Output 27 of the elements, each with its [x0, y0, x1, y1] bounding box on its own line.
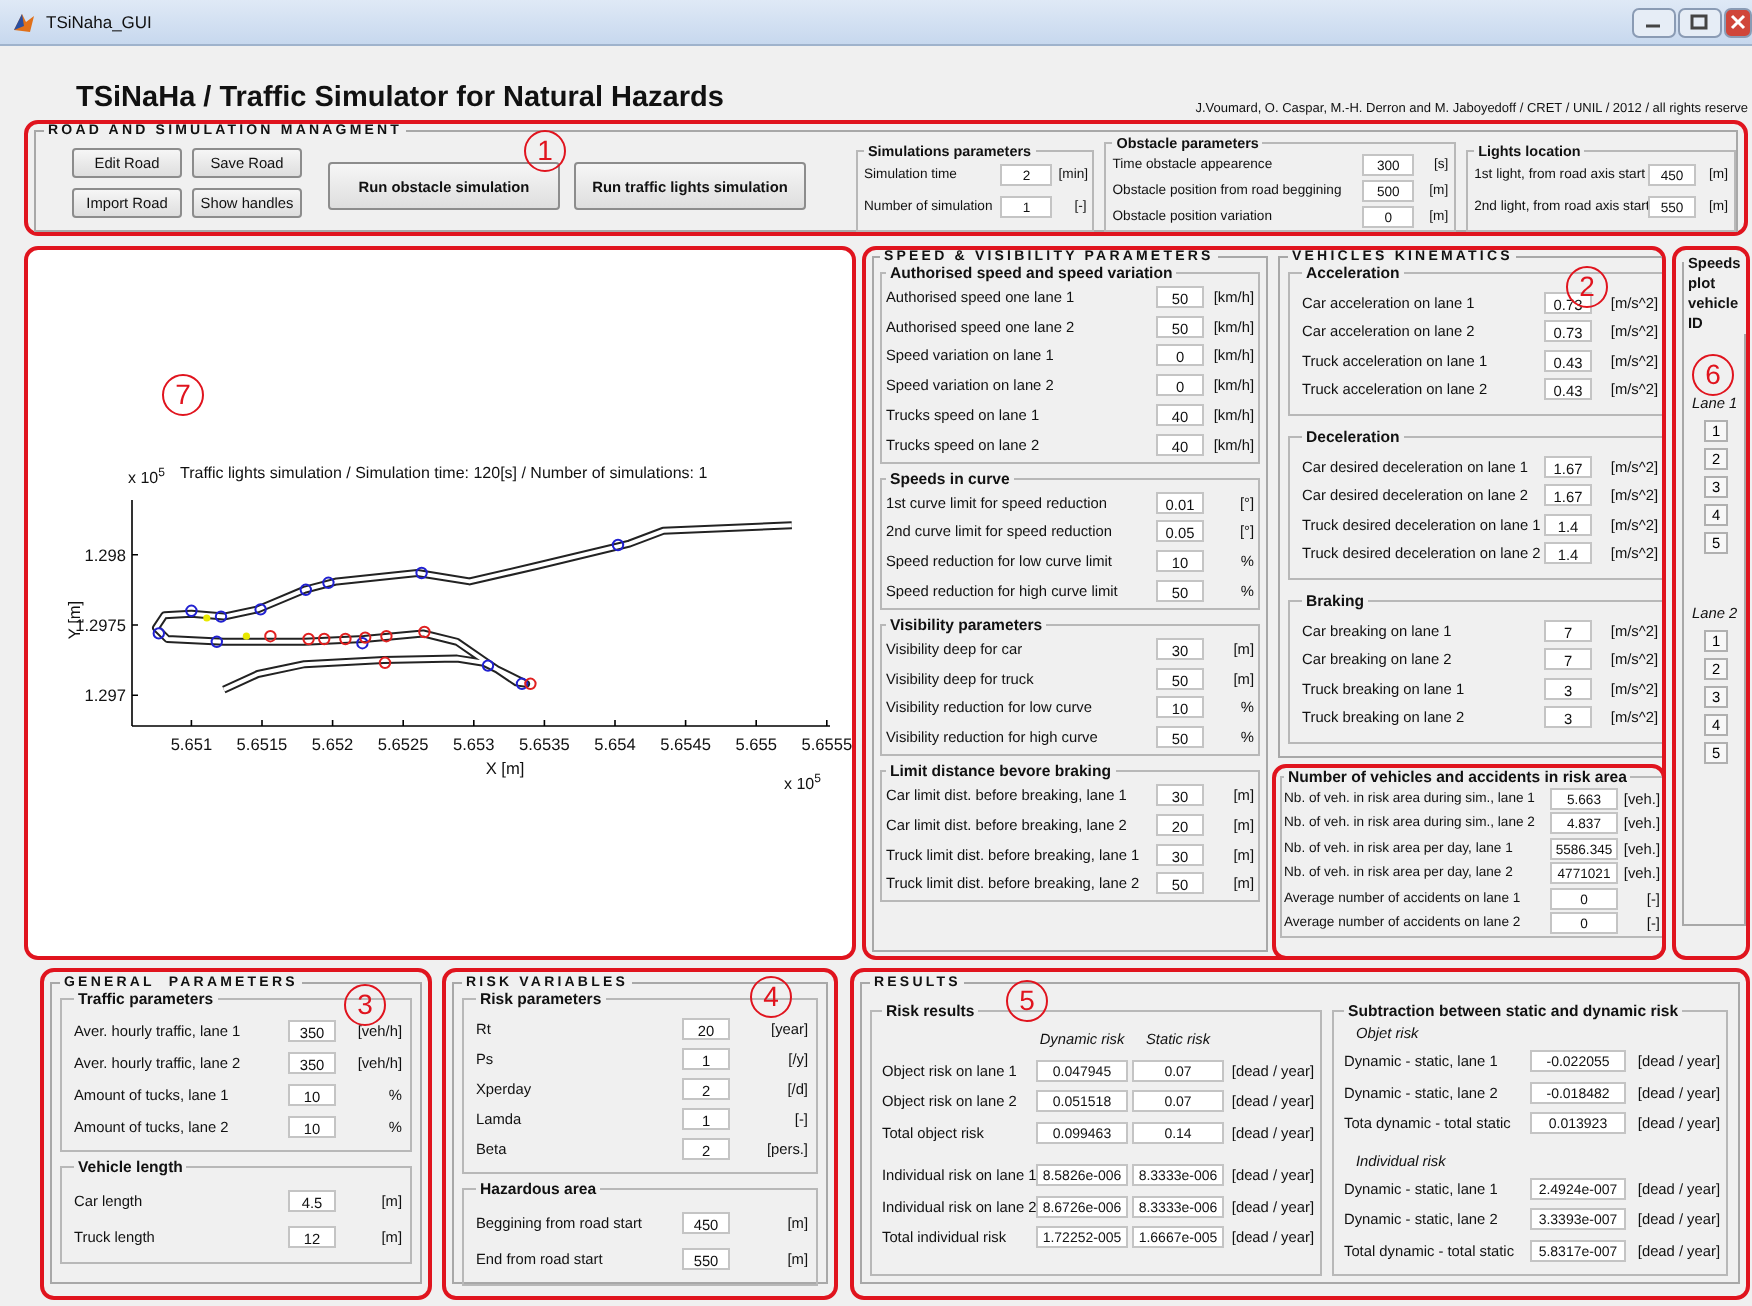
window-title: TSiNaha_GUI [46, 12, 152, 32]
callout-number: 6 [1692, 354, 1734, 396]
chart-title: Traffic lights simulation / Simulation time: 120[s] / Number of simulations: 1 [180, 464, 708, 482]
tick-label: 5.6535 [519, 734, 570, 754]
callout-number: 3 [344, 984, 386, 1026]
tick-label: 5.653 [453, 734, 495, 754]
axis-multiplier: x 10$^{5}$ [128, 468, 165, 488]
close-button[interactable] [1724, 7, 1752, 37]
callout-number: 4 [750, 976, 792, 1018]
app-title: TSiNaHa / Traffic Simulator for Natural Hazards [76, 80, 724, 118]
tick-label: 5.652 [311, 734, 354, 754]
tick-label: 5.654 [594, 734, 636, 754]
tick-label: 5.6515 [236, 734, 288, 754]
tick-label: 5.6545 [660, 734, 711, 754]
tick-label: 5.6555 [801, 734, 852, 754]
tick-label: 5.6525 [377, 734, 429, 754]
tick-label: 1.297 [84, 685, 126, 706]
maximize-button[interactable] [1678, 7, 1722, 37]
callout-number: 7 [162, 374, 204, 416]
axis-label: X [m] [485, 758, 525, 778]
callout-number: 5 [1006, 980, 1048, 1022]
tick-label: 5.655 [735, 734, 777, 754]
axis-multiplier: x 10$^{5}$ [784, 774, 821, 794]
tick-label: 5.651 [170, 734, 213, 754]
minimize-button[interactable] [1632, 7, 1676, 37]
tick-label: 1.298 [84, 544, 126, 565]
app-icon [12, 10, 36, 34]
